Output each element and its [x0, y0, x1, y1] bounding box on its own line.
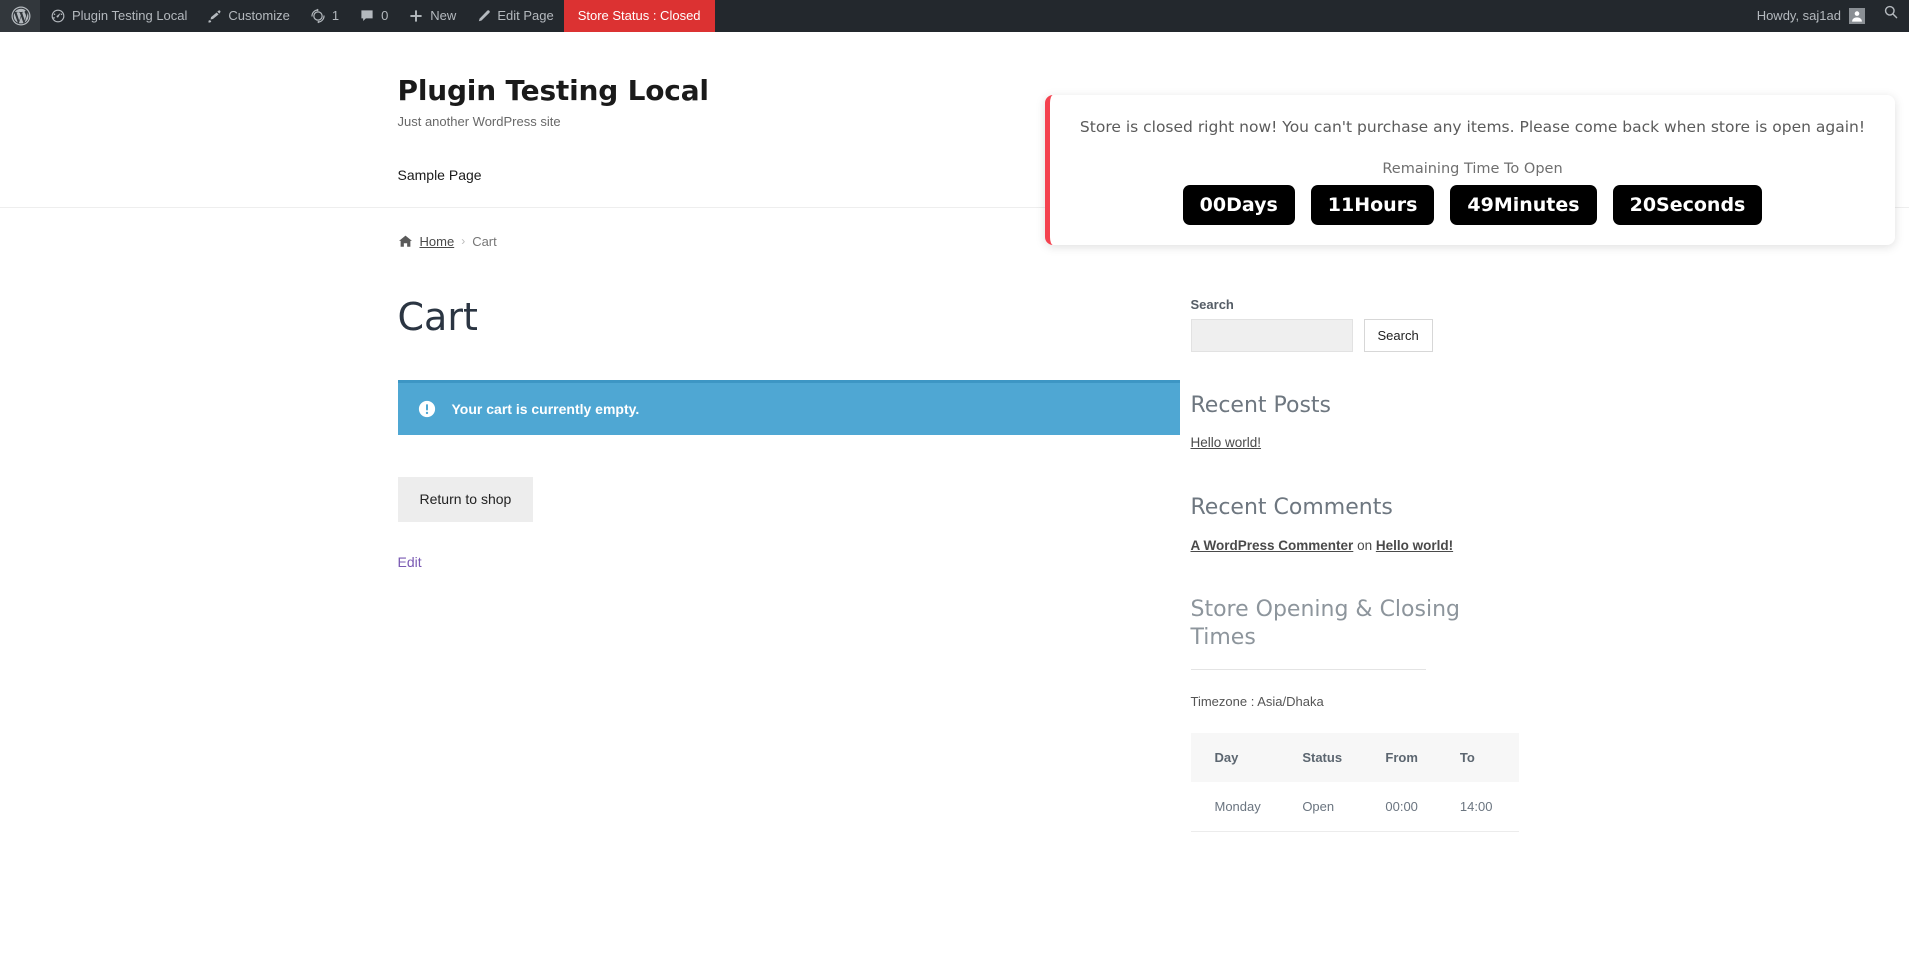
store-hours-timezone: Timezone : Asia/Dhaka: [1190, 694, 1324, 710]
plus-icon: [408, 8, 424, 24]
adminbar-comments[interactable]: 0: [349, 0, 398, 32]
adminbar-store-status-badge[interactable]: Store Status : Closed: [563, 0, 715, 32]
store-hours-divider: [1190, 669, 1426, 671]
widget-store-hours: Store Opening & Closing Times Timezone :…: [1190, 596, 1519, 833]
store-hours-table-body: Monday Open 00:00 14:00: [1190, 782, 1519, 833]
adminbar-my-account[interactable]: Howdy, saj1ad: [1745, 0, 1873, 32]
search-widget-label: Search: [1190, 296, 1234, 312]
edit-page-link[interactable]: Edit: [398, 554, 1191, 570]
countdown-days: 00Days: [1182, 184, 1295, 226]
pencil-icon: [476, 9, 491, 24]
recent-comments-title: Recent Comments: [1190, 495, 1393, 521]
adminbar-right-group: Howdy, saj1ad: [1745, 0, 1909, 32]
adminbar-edit-page-label: Edit Page: [497, 8, 554, 23]
cell-from: 00:00: [1385, 782, 1460, 833]
list-item: A WordPress Commenter on Hello world!: [1191, 536, 1512, 557]
recent-posts-title: Recent Posts: [1190, 392, 1332, 418]
cart-empty-notice-text: Your cart is currently empty.: [451, 401, 640, 418]
cart-empty-notice: Your cart is currently empty.: [397, 380, 1180, 436]
adminbar-comments-count: 0: [381, 8, 389, 23]
recent-post-link[interactable]: Hello world!: [1191, 435, 1262, 450]
adminbar-howdy-label: Howdy, saj1ad: [1756, 8, 1841, 23]
return-to-shop-button[interactable]: Return to shop: [397, 477, 534, 523]
store-hours-table: Day Status From To Monday Open 00:00 14:…: [1190, 733, 1519, 833]
recent-posts-list: Hello world!: [1191, 433, 1512, 454]
store-hours-table-head: Day Status From To: [1190, 733, 1519, 783]
store-closed-message: Store is closed right now! You can't pur…: [1079, 118, 1866, 136]
adminbar-customize-label: Customize: [228, 8, 290, 23]
wp-logo-menu[interactable]: [0, 0, 40, 32]
update-arrows-icon: [310, 8, 326, 24]
breadcrumb-separator: ›: [461, 234, 466, 249]
content-area: Cart Your cart is currently empty. Retur…: [397, 249, 1519, 873]
breadcrumb-current: Cart: [472, 233, 497, 249]
column-header-from: From: [1385, 733, 1460, 783]
nav-item-sample-page[interactable]: Sample Page: [398, 167, 482, 183]
adminbar-updates[interactable]: 1: [300, 0, 349, 32]
wp-admin-bar: Plugin Testing Local Customize 1 0 New E…: [0, 0, 1909, 32]
countdown-seconds: 20Seconds: [1612, 184, 1763, 226]
adminbar-updates-count: 1: [331, 8, 340, 23]
list-item: Hello world!: [1191, 433, 1512, 454]
column-header-status: Status: [1302, 733, 1386, 783]
comment-on-word: on: [1357, 537, 1373, 553]
table-header-row: Day Status From To: [1190, 733, 1519, 783]
countdown-hours: 11Hours: [1310, 184, 1435, 226]
column-header-day: Day: [1190, 733, 1303, 783]
breadcrumb-home-link[interactable]: Home: [420, 234, 455, 249]
table-row: Monday Open 00:00 14:00: [1190, 782, 1519, 833]
adminbar-customize[interactable]: Customize: [197, 0, 299, 32]
store-closed-notice: Store is closed right now! You can't pur…: [1045, 95, 1895, 246]
comment-author-link[interactable]: A WordPress Commenter: [1191, 538, 1354, 553]
widget-recent-posts: Recent Posts Hello world!: [1191, 392, 1512, 454]
countdown-minutes: 49Minutes: [1450, 184, 1597, 226]
cell-status: Open: [1302, 782, 1386, 833]
column-header-to: To: [1459, 733, 1519, 783]
main-content: Cart Your cart is currently empty. Retur…: [397, 294, 1191, 873]
countdown-timer: 00Days 11Hours 49Minutes 20Seconds: [1070, 184, 1875, 226]
paintbrush-icon: [207, 9, 222, 24]
search-form: Search: [1190, 318, 1512, 352]
info-exclamation-icon: [418, 400, 436, 418]
cell-day: Monday: [1190, 782, 1303, 833]
home-icon: [398, 234, 413, 249]
adminbar-edit-page[interactable]: Edit Page: [466, 0, 563, 32]
page-title: Cart: [397, 294, 478, 339]
adminbar-search-toggle[interactable]: [1873, 0, 1909, 32]
site-header: Plugin Testing Local Just another WordPr…: [0, 32, 1909, 246]
search-input[interactable]: [1190, 318, 1353, 352]
comment-post-link[interactable]: Hello world!: [1376, 538, 1453, 553]
wordpress-logo-icon: [11, 6, 31, 26]
store-hours-title: Store Opening & Closing Times: [1190, 597, 1460, 650]
adminbar-site-name-label: Plugin Testing Local: [72, 8, 188, 23]
sidebar: Search Search Recent Posts Hello world! …: [1190, 296, 1519, 873]
adminbar-new-label: New: [430, 8, 457, 23]
adminbar-site-name[interactable]: Plugin Testing Local: [40, 0, 197, 32]
dashboard-speedometer-icon: [50, 8, 66, 24]
adminbar-store-status-label: Store Status : Closed: [577, 8, 701, 23]
countdown-subtitle: Remaining Time To Open: [1382, 160, 1563, 177]
user-avatar-icon: [1849, 8, 1865, 24]
search-icon: [1883, 0, 1899, 32]
widget-search: Search Search: [1190, 296, 1512, 352]
search-submit-button[interactable]: Search: [1363, 318, 1433, 352]
adminbar-new-content[interactable]: New: [398, 0, 466, 32]
comment-bubble-icon: [359, 8, 375, 24]
cell-to: 14:00: [1459, 782, 1519, 833]
widget-recent-comments: Recent Comments A WordPress Commenter on…: [1191, 494, 1512, 556]
